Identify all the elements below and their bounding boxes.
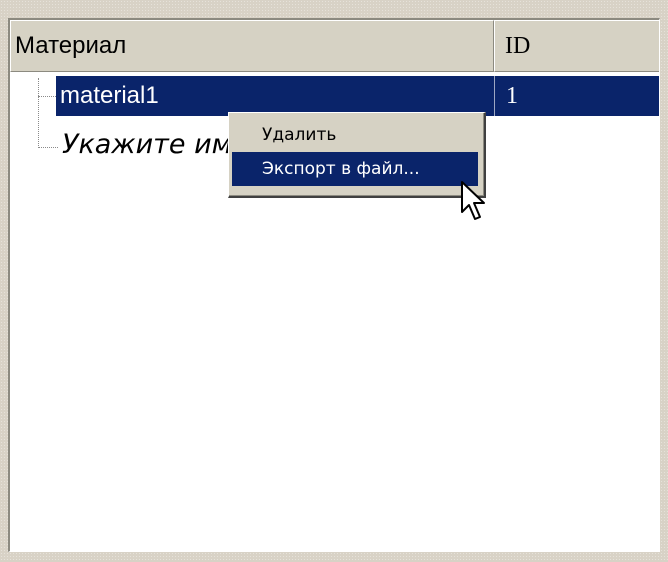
menu-item-delete[interactable]: Удалить (232, 118, 478, 152)
column-header-id[interactable]: ID (494, 20, 659, 72)
context-menu: Удалить Экспорт в файл... (228, 112, 486, 198)
row-material-name: material1 (60, 82, 159, 109)
column-separator (494, 76, 495, 116)
materials-tree-table[interactable]: Материал ID material1 1 Укажите им (8, 18, 660, 552)
table-header: Материал ID (10, 20, 659, 72)
tree-connector-horizontal (38, 147, 58, 148)
new-material-placeholder-row[interactable]: Укажите им (62, 120, 232, 170)
arrow-cursor-icon (461, 181, 485, 220)
row-material-id: 1 (506, 83, 518, 109)
menu-item-export-to-file[interactable]: Экспорт в файл... (232, 152, 478, 186)
column-header-material[interactable]: Материал (10, 20, 494, 72)
tree-connector-vertical (38, 78, 39, 148)
tree-connector-horizontal (38, 96, 56, 97)
